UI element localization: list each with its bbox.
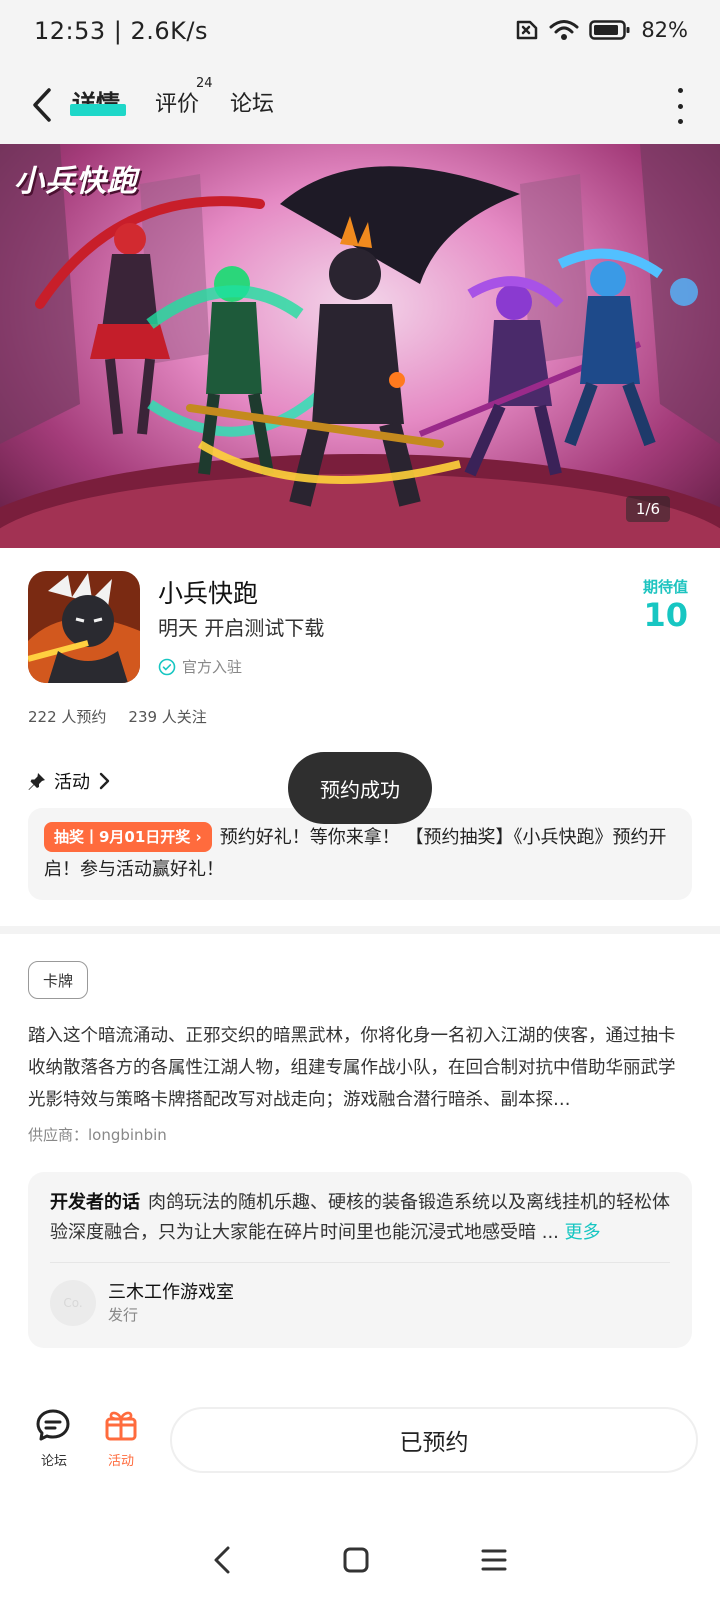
follower-count: 239 人关注 xyxy=(128,708,207,726)
system-nav-bar xyxy=(0,1520,720,1600)
forum-label: 论坛 xyxy=(40,1454,67,1469)
developer-role: 发行 xyxy=(108,1306,139,1324)
official-verified: 官方入驻 xyxy=(158,656,242,677)
activity-label: 活动 xyxy=(107,1454,134,1469)
status-icons: 82% xyxy=(513,18,688,42)
developer-card[interactable]: 开发者的话 肉鸽玩法的随机乐趣、硬核的装备锻造系统以及离线挂机的轻松体验深度融合，… xyxy=(28,1172,692,1348)
app-icon xyxy=(28,571,140,683)
game-description[interactable]: 踏入这个暗流涌动、正邪交织的暗黑武林，你将化身一名初入江湖的侠客，通过抽卡收纳散… xyxy=(28,1020,692,1116)
tab-reviews[interactable]: 评价 xyxy=(155,86,199,118)
back-arrow-icon xyxy=(33,88,51,122)
nav-menu-icon[interactable] xyxy=(480,1547,508,1573)
activity-title: 活动 xyxy=(54,772,90,793)
nav-back-icon[interactable] xyxy=(212,1545,232,1575)
official-label: 官方入驻 xyxy=(182,658,243,676)
status-time: 12:53 | 2.6K/s xyxy=(34,17,209,45)
battery-icon xyxy=(589,20,630,40)
more-options-button[interactable] xyxy=(674,88,686,124)
app-stats: 222 人预约 239 人关注 xyxy=(28,706,207,727)
expectation-label: 期待值 xyxy=(642,578,688,596)
verified-check-icon xyxy=(158,658,176,675)
supplier-info: 供应商：longbinbin xyxy=(28,1126,167,1144)
active-tab-indicator xyxy=(70,104,126,116)
reservation-success-toast: 预约成功 xyxy=(288,752,432,824)
pin-icon xyxy=(28,773,45,790)
gift-icon xyxy=(105,1411,137,1441)
developer-avatar[interactable]: Co. xyxy=(50,1280,96,1326)
lottery-tag: 抽奖丨9月01日开奖 › xyxy=(44,822,212,852)
status-bar: 12:53 | 2.6K/s 82% xyxy=(0,0,720,66)
expectation-value: 10 xyxy=(643,596,688,634)
app-icon-artwork xyxy=(28,571,140,683)
bottom-forum-button[interactable]: 论坛 xyxy=(34,1408,74,1469)
chevron-right-icon xyxy=(99,772,110,790)
app-release-info: 明天 开启测试下载 xyxy=(158,616,325,640)
genre-tag[interactable]: 卡牌 xyxy=(28,961,88,999)
sim-off-icon xyxy=(517,20,538,40)
activity-section-header[interactable]: 活动 xyxy=(28,768,110,794)
reservation-count: 222 人预约 xyxy=(28,708,107,726)
tab-forum[interactable]: 论坛 xyxy=(230,86,274,118)
tag-chevron-icon: › xyxy=(195,828,202,846)
more-link[interactable]: 更多 xyxy=(565,1222,601,1243)
back-button[interactable] xyxy=(22,80,62,130)
bottom-activity-button[interactable]: 活动 xyxy=(101,1408,141,1469)
banner-page-counter: 1/6 xyxy=(625,496,670,522)
reserved-button[interactable]: 已预约 xyxy=(170,1407,698,1473)
developer-notes: 开发者的话 肉鸽玩法的随机乐趣、硬核的装备锻造系统以及离线挂机的轻松体验深度融合，… xyxy=(50,1188,670,1248)
banner-artwork xyxy=(0,144,720,548)
banner-logo: 小兵快跑 xyxy=(14,164,138,199)
game-banner[interactable]: 小兵快跑 1/6 xyxy=(0,144,720,548)
developer-name[interactable]: 三木工作游戏室 xyxy=(108,1278,234,1304)
battery-percent: 82% xyxy=(641,18,688,42)
reviews-count-badge: 24 xyxy=(196,76,213,91)
forum-chat-icon xyxy=(36,1409,70,1441)
wifi-icon xyxy=(549,20,579,40)
developer-card-divider xyxy=(50,1262,670,1263)
section-divider xyxy=(0,926,720,934)
app-name: 小兵快跑 xyxy=(158,579,259,608)
developer-notes-heading: 开发者的话 xyxy=(50,1192,140,1213)
nav-home-icon[interactable] xyxy=(342,1546,370,1574)
